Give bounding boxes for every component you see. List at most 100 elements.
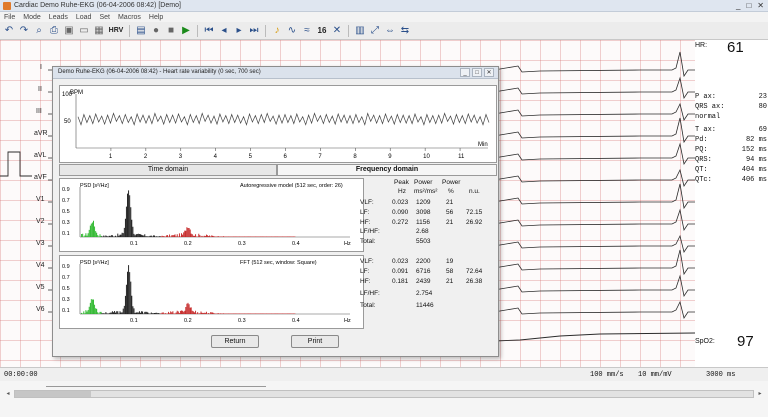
menu-set[interactable]: Set [99, 14, 110, 21]
dialog-maximize-button[interactable]: □ [472, 68, 482, 77]
menu-load[interactable]: Load [76, 14, 92, 21]
link-icon[interactable]: ⇔ [384, 25, 396, 37]
hr-value: 61 [727, 39, 744, 56]
measurement-row: normal [695, 113, 721, 121]
status-time: 00:00:00 [4, 371, 38, 379]
header-pct: % [448, 188, 454, 195]
skip-end-icon[interactable]: ⏭ [248, 25, 260, 37]
measurement-row: QRS: 94 ms [695, 156, 767, 164]
lead-label-v3: V3 [36, 240, 45, 247]
psd-ylabel: PSD [s²/Hz] [80, 183, 109, 189]
wave-icon[interactable]: ≈ [301, 25, 313, 37]
scroll-left-icon[interactable]: ◂ [3, 390, 13, 398]
skip-start-icon[interactable]: ⏮ [203, 25, 215, 37]
menu-macros[interactable]: Macros [118, 14, 141, 21]
table-label: HF: [360, 219, 371, 226]
psd-band-spectrum [81, 299, 102, 314]
dialog-title-bar: Demo Ruhe-EKG (06-04-2006 08:42) - Heart… [53, 67, 498, 79]
table-label: VLF: [360, 199, 374, 206]
timeline-ruler [46, 381, 266, 387]
bpm-xtick: 4 [214, 154, 218, 160]
domain-tabs: Time domain Frequency domain [59, 164, 497, 176]
step-back-icon[interactable]: ◂ [218, 25, 230, 37]
psd-xtick: 0.3 [238, 318, 246, 324]
table-cell: 21 [446, 219, 454, 226]
monitor-icon[interactable]: ▭ [78, 25, 90, 37]
bpm-xtick: 7 [318, 154, 322, 160]
menu-file[interactable]: File [4, 14, 15, 21]
tab-frequency-domain[interactable]: Frequency domain [277, 164, 497, 176]
psd-ytick: 0.3 [62, 220, 70, 226]
hrv-dialog: Demo Ruhe-EKG (06-04-2006 08:42) - Heart… [52, 66, 499, 357]
cross-icon[interactable]: ✕ [331, 25, 343, 37]
scrollbar-thumb[interactable] [15, 391, 91, 397]
redo-icon[interactable]: ↷ [18, 25, 30, 37]
undo-icon[interactable]: ↶ [3, 25, 15, 37]
tab-time-domain[interactable]: Time domain [59, 164, 277, 176]
toolbar-separator [348, 24, 349, 37]
psd-xtick: 0.2 [184, 241, 192, 247]
scroll-right-icon[interactable]: ▸ [755, 390, 765, 398]
psd-title: FFT (512 sec, window: Square) [240, 260, 317, 266]
bpm-chart: BPM 100 50 1 2 3 4 5 6 7 8 9 10 11 Min [59, 85, 497, 163]
hrv-button[interactable]: HRV [108, 25, 124, 37]
table-cell: 3098 [416, 209, 431, 216]
measurement-row: QRS ax: 80 [695, 103, 767, 111]
pulse-icon[interactable]: ∿ [286, 25, 298, 37]
grid-icon[interactable]: ▦ [93, 25, 105, 37]
speaker-icon[interactable]: ♪ [271, 25, 283, 37]
lead-label-v1: V1 [36, 196, 45, 203]
step-forward-icon[interactable]: ▸ [233, 25, 245, 37]
return-button[interactable]: Return [211, 335, 259, 348]
psd-ytick: 0.9 [62, 264, 70, 270]
menu-leads[interactable]: Leads [49, 14, 68, 21]
horizontal-scrollbar[interactable] [14, 390, 754, 398]
zoom-icon[interactable]: ⌕ [33, 25, 45, 37]
hr-label: HR: [695, 42, 708, 49]
status-gain: 10 mm/mV [638, 371, 672, 379]
rhythm-trace [469, 332, 696, 343]
table-cell: 0.023 [392, 258, 409, 265]
stop-icon[interactable]: ■ [165, 25, 177, 37]
lead-label-v4: V4 [36, 262, 45, 269]
dialog-minimize-button[interactable]: _ [460, 68, 470, 77]
expand-icon[interactable]: ⤢ [369, 25, 381, 37]
menu-mode[interactable]: Mode [23, 14, 41, 21]
psd-ylabel: PSD [s²/Hz] [80, 260, 109, 266]
speed-button[interactable]: 16 [316, 25, 328, 37]
table-cell: 21 [446, 199, 454, 206]
psd-xunit: Hz [344, 318, 351, 324]
maximize-button[interactable]: □ [746, 1, 751, 10]
link-alt-icon[interactable]: ⇆ [399, 25, 411, 37]
table-cell: 0.272 [392, 219, 409, 226]
ar-psd-chart: PSD [s²/Hz] Autoregressive model (512 sec… [59, 178, 364, 252]
disk-icon[interactable]: ▣ [63, 25, 75, 37]
menu-help[interactable]: Help [149, 14, 163, 21]
bpm-xtick: 1 [109, 154, 113, 160]
lead-label-avr: aVR [34, 130, 48, 137]
spo2-value: 97 [737, 333, 754, 350]
fft-psd-svg: PSD [s²/Hz] FFT (512 sec, window: Square)… [62, 260, 351, 324]
dialog-close-button[interactable]: ✕ [484, 68, 494, 77]
lead-label-v6: V6 [36, 306, 45, 313]
menu-bar: File Mode Leads Load Set Macros Help [0, 12, 768, 22]
spo2-label: SpO2: [695, 338, 715, 345]
record-icon[interactable]: ● [150, 25, 162, 37]
play-icon[interactable]: ▶ [180, 25, 192, 37]
layout-icon[interactable]: ▥ [354, 25, 366, 37]
psd-ytick: 0.1 [62, 308, 70, 314]
close-button[interactable]: ✕ [757, 1, 764, 10]
table-label: LF: [360, 209, 370, 216]
bpm-xtick: 2 [144, 154, 148, 160]
chart-icon[interactable]: ▤ [135, 25, 147, 37]
calibration-pulse [0, 151, 32, 177]
ar-psd-svg: PSD [s²/Hz] Autoregressive model (512 sec… [62, 183, 351, 247]
status-duration: 3000 ms [706, 371, 736, 379]
minimize-button[interactable]: _ [736, 1, 740, 10]
bpm-xtick: 10 [423, 154, 430, 160]
print-icon[interactable]: ⎙ [48, 25, 60, 37]
print-button[interactable]: Print [291, 335, 339, 348]
bpm-ytick: 50 [64, 119, 71, 125]
psd-band-spectrum [160, 302, 296, 314]
measurement-row: Pd: 82 ms [695, 136, 767, 144]
